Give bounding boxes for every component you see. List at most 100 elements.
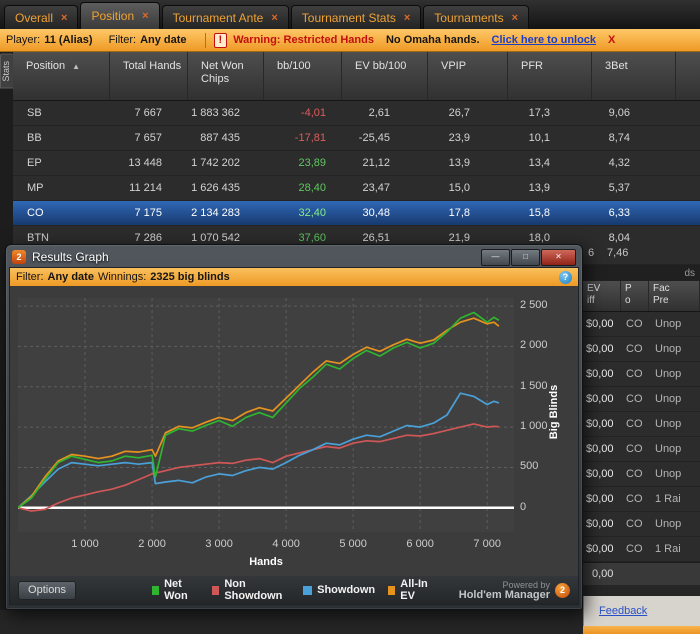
column-header-position[interactable]: Position ▲ — [13, 52, 110, 100]
tab-close-icon[interactable]: × — [142, 10, 148, 22]
tab-label: Tournament Stats — [301, 10, 396, 25]
minimize-button[interactable]: — — [481, 248, 510, 266]
table-row-sb[interactable]: SB 7 667 1 883 362 -4,01 2,61 26,7 17,3 9,06 — [13, 101, 700, 126]
filter-value[interactable]: Any date — [140, 34, 186, 46]
panel-gap: ds — [583, 265, 700, 281]
panel-column-header[interactable]: Po — [621, 281, 649, 311]
stat-cell: 13,9 — [448, 157, 470, 169]
hand-row[interactable]: $0,00 CO Unop — [583, 337, 700, 362]
warning-close-button[interactable]: X — [608, 34, 615, 46]
stat-cell: 37,60 — [298, 232, 326, 244]
hand-row[interactable]: $0,00 CO Unop — [583, 312, 700, 337]
hand-ev-diff: $0,00 — [586, 443, 614, 455]
hand-facing: 1 Rai — [655, 493, 681, 505]
table-row-bb[interactable]: BB 7 657 887 435 -17,81 -25,45 23,9 10,1 8,74 — [13, 126, 700, 151]
legend-item-net-won[interactable]: Net Won — [152, 578, 199, 602]
stat-cell: 13 448 — [128, 157, 162, 169]
stat-cell: 8,04 — [608, 232, 630, 244]
tab-close-icon[interactable]: × — [512, 12, 518, 24]
hand-facing: Unop — [655, 393, 682, 405]
x-tick-label: 7 000 — [473, 538, 501, 550]
legend-item-showdown[interactable]: Showdown — [303, 584, 375, 596]
table-row-ep[interactable]: EP 13 448 1 742 202 23,89 21,12 13,9 13,4 4,32 — [13, 151, 700, 176]
hand-position: CO — [626, 368, 643, 380]
hand-ev-diff: $0,00 — [586, 543, 614, 555]
column-header-pfr[interactable]: PFR — [508, 52, 592, 100]
window-title: Results Graph — [32, 250, 109, 264]
hand-row[interactable]: $0,00 CO Unop — [583, 412, 700, 437]
filter-label: Filter: — [108, 34, 137, 46]
tab-tournaments[interactable]: Tournaments × — [423, 5, 530, 29]
tab-close-icon[interactable]: × — [61, 12, 67, 24]
partial-value: 7,46 — [607, 247, 629, 259]
legend-item-all-in-ev[interactable]: All-In EV — [388, 578, 436, 602]
close-button[interactable]: ✕ — [541, 248, 576, 266]
legend-item-non-showdown[interactable]: Non Showdown — [212, 578, 290, 602]
winnings-value: 2325 big blinds — [150, 271, 230, 283]
tab-tournament-ante[interactable]: Tournament Ante × — [161, 5, 289, 29]
column-header-vpip[interactable]: VPIP — [428, 52, 508, 100]
options-button[interactable]: Options — [18, 580, 76, 600]
stat-cell: 4,32 — [608, 157, 630, 169]
hand-facing: Unop — [655, 518, 682, 530]
panel-column-header[interactable]: Fac Pre — [649, 281, 700, 311]
y-tick-label: 500 — [520, 460, 539, 473]
column-header-3bet[interactable]: 3Bet — [592, 52, 676, 100]
column-header-net-won-chips[interactable]: Net Won Chips — [188, 52, 264, 100]
info-icon[interactable]: ? — [559, 270, 572, 284]
hand-ev-diff: $0,00 — [586, 418, 614, 430]
warning-text: Warning: Restricted Hands — [233, 34, 374, 46]
position-cell: CO — [27, 207, 44, 219]
tab-overall[interactable]: Overall × — [4, 5, 79, 29]
brand-name: Hold'em Manager — [458, 589, 550, 601]
y-tick-label: 2 500 — [520, 299, 548, 312]
hand-row[interactable]: $0,00 CO Unop — [583, 512, 700, 537]
tab-close-icon[interactable]: × — [404, 12, 410, 24]
hand-row[interactable]: $0,00 CO 1 Rai — [583, 537, 700, 562]
stat-cell: 21,12 — [362, 157, 390, 169]
column-header-ev-bb-100[interactable]: EV bb/100 — [342, 52, 428, 100]
stat-cell: 1 883 362 — [191, 107, 240, 119]
position-cell: EP — [27, 157, 42, 169]
hand-row[interactable]: $0,00 CO Unop — [583, 437, 700, 462]
hm2-window-icon: 2 — [12, 250, 26, 264]
panel-header-line: EV — [587, 283, 601, 294]
hand-ev-diff: $0,00 — [586, 393, 614, 405]
stat-cell: 2,61 — [368, 107, 390, 119]
stat-cell: -25,45 — [358, 132, 390, 144]
chart-area: 0 500 1 000 1 500 2 000 2 500 Big Blinds 1 00… — [10, 286, 578, 576]
stat-cell: 30,48 — [362, 207, 390, 219]
unlock-link[interactable]: Click here to unlock — [492, 34, 597, 46]
warning-icon: ! — [213, 32, 228, 48]
feedback-link[interactable]: Feedback — [599, 605, 647, 617]
column-header-label: 3Bet — [605, 60, 628, 72]
stat-cell: 5,37 — [608, 182, 630, 194]
hand-row[interactable]: $0,00 CO Unop — [583, 362, 700, 387]
x-axis-title: Hands — [249, 556, 283, 568]
panel-fragment: ds — [684, 268, 695, 279]
tab-tournament-stats[interactable]: Tournament Stats × — [290, 5, 422, 29]
hand-row[interactable]: $0,00 CO Unop — [583, 387, 700, 412]
table-row-co[interactable]: CO 7 175 2 134 283 32,40 30,48 17,8 15,8 6,33 — [13, 201, 700, 226]
panel-column-header[interactable]: EV iff — [583, 281, 621, 311]
panel-header-line: iff — [587, 295, 595, 306]
tab-close-icon[interactable]: × — [271, 12, 277, 24]
column-header-total-hands[interactable]: Total Hands — [110, 52, 188, 100]
tab-position[interactable]: Position × — [80, 2, 160, 29]
stats-vertical-tab[interactable]: Stats — [0, 54, 13, 89]
hand-ev-diff: $0,00 — [586, 518, 614, 530]
maximize-button[interactable]: □ — [511, 248, 540, 266]
stat-cell: -4,01 — [300, 107, 326, 119]
stat-cell: 26,7 — [448, 107, 470, 119]
stat-cell: 32,40 — [298, 207, 326, 219]
panel-header-line: Fac — [653, 283, 670, 294]
hand-position: CO — [626, 343, 643, 355]
hand-row[interactable]: $0,00 CO Unop — [583, 462, 700, 487]
column-header-bb-100[interactable]: bb/100 — [264, 52, 342, 100]
hand-position: CO — [626, 443, 643, 455]
table-row-mp[interactable]: MP 11 214 1 626 435 28,40 23,47 15,0 13,9 5,37 — [13, 176, 700, 201]
stat-cell: 887 435 — [200, 132, 240, 144]
hand-facing: Unop — [655, 318, 682, 330]
window-titlebar[interactable]: 2 Results Graph — □ ✕ — [9, 247, 579, 267]
hand-row[interactable]: $0,00 CO 1 Rai — [583, 487, 700, 512]
